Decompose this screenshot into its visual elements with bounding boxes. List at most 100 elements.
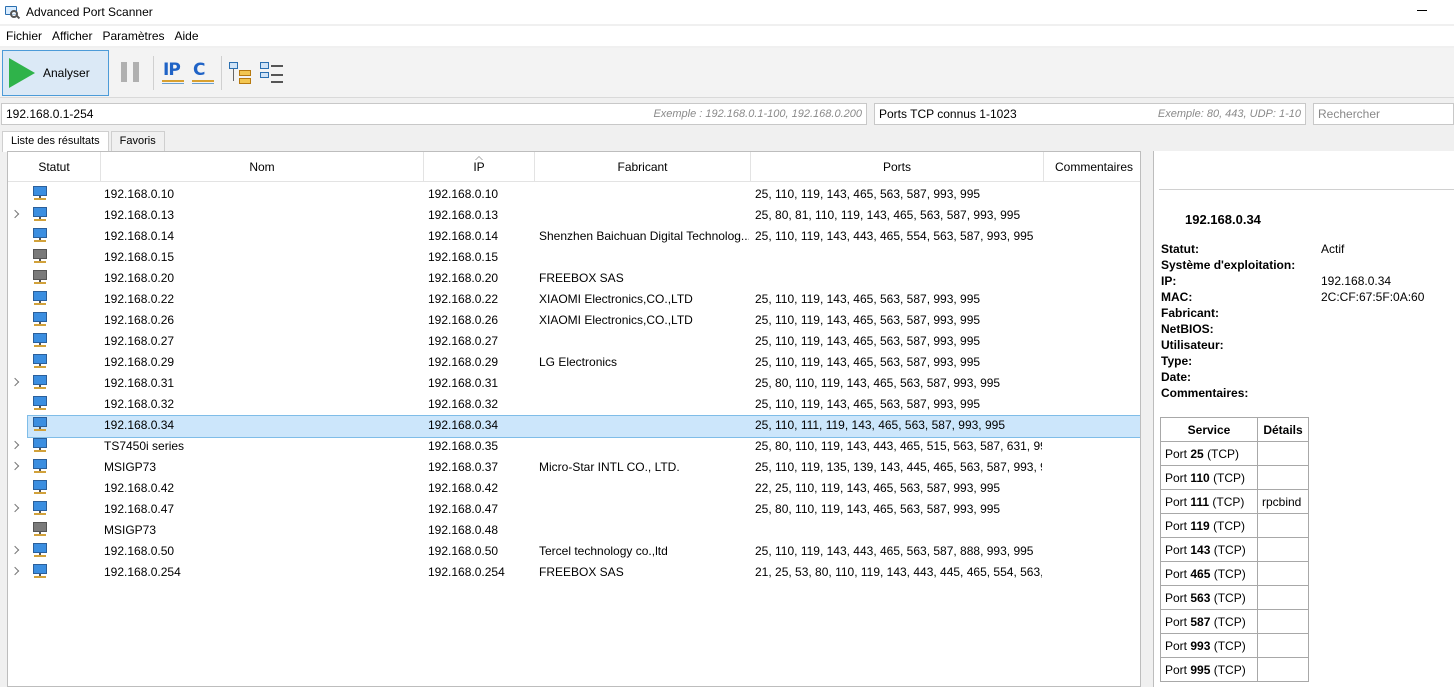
row-name: 192.168.0.254 xyxy=(104,565,181,579)
table-row[interactable]: 192.168.0.22 192.168.0.22 XIAOMI Electroni… xyxy=(8,289,1140,310)
table-row[interactable]: 192.168.0.15 192.168.0.15 xyxy=(8,247,1140,268)
computer-icon xyxy=(33,228,47,244)
table-row[interactable]: 192.168.0.34 192.168.0.34 25, 110, 111, 11… xyxy=(8,415,1140,438)
pause-icon[interactable] xyxy=(121,62,139,82)
table-row[interactable]: 192.168.0.29 192.168.0.29 LG Electronics 25… xyxy=(8,352,1140,373)
ports-input[interactable]: Ports TCP connus 1-1023 Exemple: 80, 443… xyxy=(874,103,1306,125)
table-row[interactable]: MSIGP73 192.168.0.48 xyxy=(8,520,1140,541)
detail-field-label: Fabricant: xyxy=(1161,306,1220,320)
service-protocol: (TCP) xyxy=(1213,590,1246,605)
ip-range-icon[interactable]: IP xyxy=(162,60,186,86)
service-port: 587 xyxy=(1190,614,1211,629)
service-row[interactable]: Port 563 (TCP) xyxy=(1160,585,1309,610)
expand-all-icon[interactable] xyxy=(229,60,253,86)
service-row[interactable]: Port 110 (TCP) xyxy=(1160,465,1309,490)
table-row[interactable]: 192.168.0.32 192.168.0.32 25, 110, 119, 14… xyxy=(8,394,1140,415)
minimize-icon[interactable] xyxy=(1416,4,1428,16)
tab-results[interactable]: Liste des résultats xyxy=(2,131,109,152)
service-row[interactable]: Port 587 (TCP) xyxy=(1160,609,1309,634)
app-scanner-icon xyxy=(4,4,21,20)
column-header-ip[interactable]: IP xyxy=(424,152,535,182)
table-row[interactable]: MSIGP73 192.168.0.37 Micro-Star INTL CO., … xyxy=(8,457,1140,478)
row-vendor: Shenzhen Baichuan Digital Technolog... xyxy=(539,229,749,243)
detail-field-label: Date: xyxy=(1161,370,1192,384)
row-ip: 192.168.0.27 xyxy=(428,334,499,348)
expand-chevron-icon[interactable] xyxy=(10,545,20,555)
table-row[interactable]: 192.168.0.31 192.168.0.31 25, 80, 110, 119… xyxy=(8,373,1140,394)
tab-bar: Liste des résultats Favoris xyxy=(2,131,167,152)
expand-chevron-icon[interactable] xyxy=(10,461,20,471)
detail-field-label: MAC: xyxy=(1161,290,1193,304)
row-name: 192.168.0.26 xyxy=(104,313,175,327)
table-row[interactable]: 192.168.0.13 192.168.0.13 25, 80, 81, 110,… xyxy=(8,205,1140,226)
table-row[interactable]: 192.168.0.254 192.168.0.254 FREEBOX SAS 21,… xyxy=(8,562,1140,583)
collapse-all-icon[interactable] xyxy=(260,60,284,86)
table-row[interactable]: 192.168.0.20 192.168.0.20 FREEBOX SAS xyxy=(8,268,1140,289)
tab-favorites[interactable]: Favoris xyxy=(110,131,165,151)
toolbar-separator xyxy=(153,56,154,90)
service-row[interactable]: Port 111 (TCP) rpcbind xyxy=(1160,489,1309,514)
column-header-vendor[interactable]: Fabricant xyxy=(535,152,751,182)
table-row[interactable]: TS7450i series 192.168.0.35 25, 80, 110, 1… xyxy=(8,436,1140,457)
row-ip: 192.168.0.13 xyxy=(428,208,499,222)
table-row[interactable]: 192.168.0.10 192.168.0.10 25, 110, 119, 14… xyxy=(8,184,1140,205)
computer-icon xyxy=(33,564,47,580)
service-row[interactable]: Port 25 (TCP) xyxy=(1160,441,1309,466)
service-cell: Port 119 (TCP) xyxy=(1160,513,1258,538)
service-details xyxy=(1257,441,1309,466)
computer-icon xyxy=(33,396,47,412)
table-row[interactable]: 192.168.0.26 192.168.0.26 XIAOMI Electroni… xyxy=(8,310,1140,331)
service-details xyxy=(1257,657,1309,682)
sort-ascending-icon xyxy=(475,156,483,160)
expand-chevron-icon[interactable] xyxy=(10,440,20,450)
service-protocol: (TCP) xyxy=(1213,638,1246,653)
menu-aide[interactable]: Aide xyxy=(170,26,204,46)
service-row[interactable]: Port 465 (TCP) xyxy=(1160,561,1309,586)
row-ip: 192.168.0.42 xyxy=(428,481,499,495)
expand-chevron-icon[interactable] xyxy=(10,209,20,219)
service-protocol: (TCP) xyxy=(1207,446,1240,461)
expand-chevron-icon[interactable] xyxy=(10,377,20,387)
expand-chevron-icon[interactable] xyxy=(10,566,20,576)
expand-chevron-icon[interactable] xyxy=(10,503,20,513)
service-row[interactable]: Port 143 (TCP) xyxy=(1160,537,1309,562)
column-header-name[interactable]: Nom xyxy=(101,152,424,182)
row-name: MSIGP73 xyxy=(104,460,157,474)
scan-button[interactable]: Analyser xyxy=(2,50,109,96)
class-c-subnet-icon[interactable]: C xyxy=(192,60,216,86)
ip-range-input[interactable]: 192.168.0.1-254 Exemple : 192.168.0.1-10… xyxy=(1,103,867,125)
menu-afficher[interactable]: Afficher xyxy=(47,26,97,46)
menu-fichier[interactable]: Fichier xyxy=(1,26,47,46)
row-name: 192.168.0.32 xyxy=(104,397,175,411)
computer-icon xyxy=(33,501,47,517)
menu-parametres[interactable]: Paramètres xyxy=(97,26,169,46)
row-ip: 192.168.0.254 xyxy=(428,565,505,579)
table-row[interactable]: 192.168.0.47 192.168.0.47 25, 80, 110, 119… xyxy=(8,499,1140,520)
service-row[interactable]: Port 119 (TCP) xyxy=(1160,513,1309,538)
computer-icon xyxy=(33,375,47,391)
table-row[interactable]: 192.168.0.42 192.168.0.42 22, 25, 110, 119… xyxy=(8,478,1140,499)
column-header-status[interactable]: Statut xyxy=(8,152,101,182)
scan-parameters: 192.168.0.1-254 Exemple : 192.168.0.1-10… xyxy=(0,100,1454,128)
table-row[interactable]: 192.168.0.50 192.168.0.50 Tercel technolog… xyxy=(8,541,1140,562)
port-word: Port xyxy=(1165,518,1188,533)
search-input[interactable]: Rechercher xyxy=(1313,103,1454,125)
table-row[interactable]: 192.168.0.14 192.168.0.14 Shenzhen Baichua… xyxy=(8,226,1140,247)
row-ip: 192.168.0.14 xyxy=(428,229,499,243)
column-header-ports[interactable]: Ports xyxy=(751,152,1044,182)
service-cell: Port 110 (TCP) xyxy=(1160,465,1258,490)
service-row[interactable]: Port 995 (TCP) xyxy=(1160,657,1309,682)
results-table: Statut Nom IP Fabricant Ports Commentair… xyxy=(7,151,1141,687)
services-table: Service Détails Port 25 (TCP) Port 110 (T… xyxy=(1160,417,1309,682)
port-word: Port xyxy=(1165,614,1188,629)
ports-hint: Exemple: 80, 443, UDP: 1-10 xyxy=(1157,108,1301,120)
table-row[interactable]: 192.168.0.27 192.168.0.27 25, 110, 119, 14… xyxy=(8,331,1140,352)
service-row[interactable]: Port 993 (TCP) xyxy=(1160,633,1309,658)
row-name: 192.168.0.20 xyxy=(104,271,175,285)
service-cell: Port 587 (TCP) xyxy=(1160,609,1258,634)
computer-icon xyxy=(33,480,47,496)
scan-button-label: Analyser xyxy=(43,66,90,80)
services-header-service: Service xyxy=(1160,417,1258,442)
row-ports: 25, 80, 110, 119, 143, 465, 563, 587, 99… xyxy=(755,376,1001,390)
column-header-comments[interactable]: Commentaires xyxy=(1044,152,1140,182)
